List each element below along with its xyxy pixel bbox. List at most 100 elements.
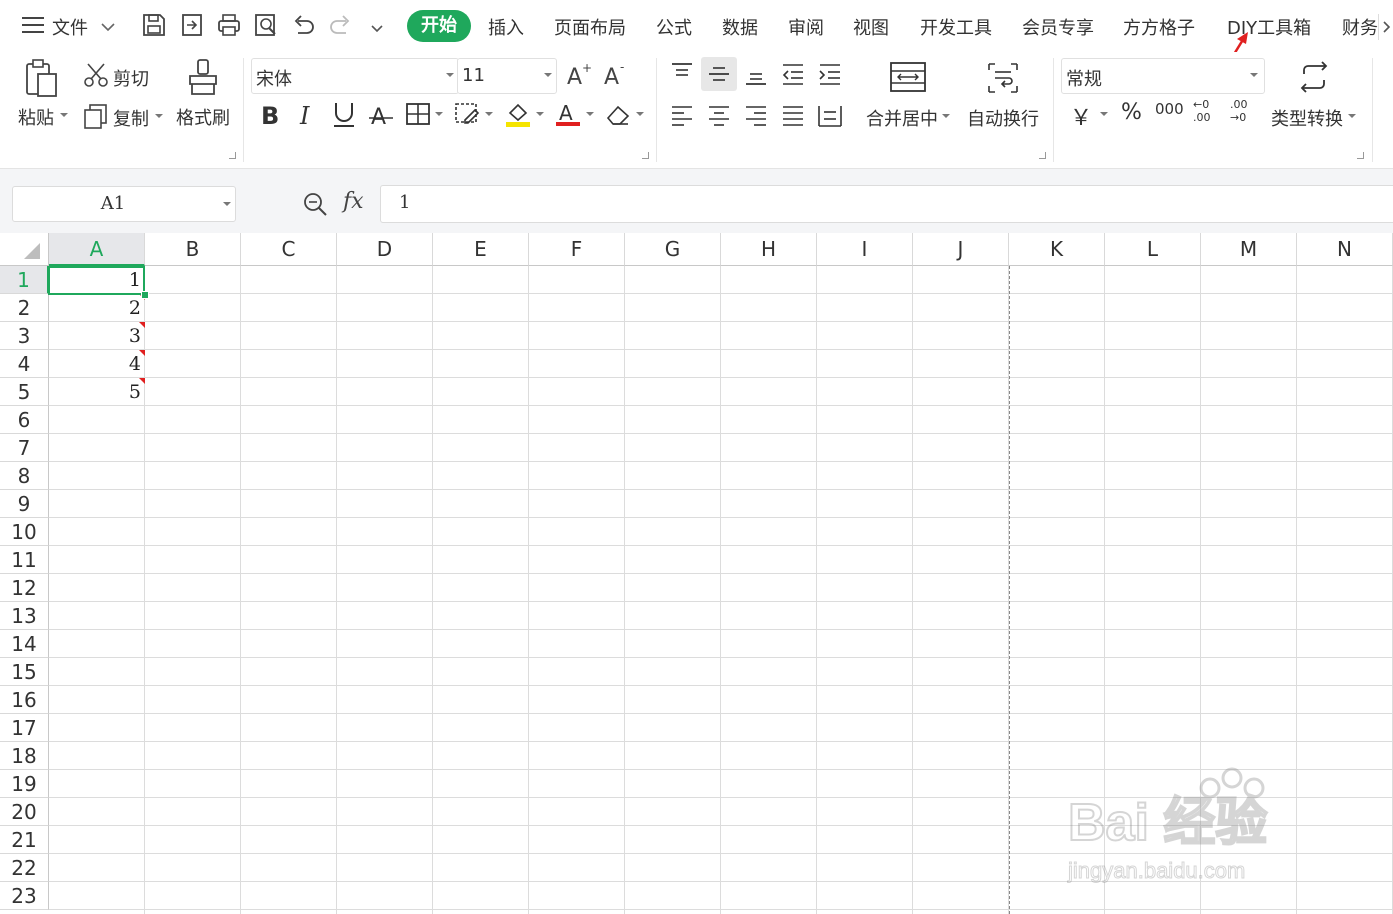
cut-button[interactable]: 剪切	[113, 65, 149, 91]
type-convert-button[interactable]: 类型转换	[1271, 105, 1343, 131]
redo-icon[interactable]	[328, 12, 354, 38]
increase-indent-icon[interactable]	[816, 60, 844, 88]
merge-center-icon[interactable]	[889, 60, 927, 96]
row-header-6[interactable]: 6	[0, 406, 49, 434]
currency-button[interactable]: ￥	[1070, 100, 1092, 132]
column-header-e[interactable]: E	[433, 233, 529, 266]
error-indicator-icon[interactable]	[139, 350, 145, 356]
cell-a4[interactable]: 4	[49, 353, 141, 375]
row-header-21[interactable]: 21	[0, 826, 49, 854]
zoom-formula-icon[interactable]	[302, 191, 328, 217]
column-header-j[interactable]: J	[913, 233, 1009, 266]
column-header-f[interactable]: F	[529, 233, 625, 266]
alignment-dialog-launcher[interactable]	[1039, 152, 1046, 159]
cell-a2[interactable]: 2	[49, 297, 141, 319]
file-menu[interactable]: 文件	[52, 14, 88, 40]
tab-insert[interactable]: 插入	[488, 14, 524, 40]
tab-view[interactable]: 视图	[853, 14, 889, 40]
tab-start[interactable]: 开始	[407, 10, 471, 42]
error-indicator-icon[interactable]	[139, 322, 145, 328]
tab-review[interactable]: 审阅	[788, 14, 824, 40]
clear-format-dropdown-icon[interactable]	[636, 112, 644, 116]
row-header-9[interactable]: 9	[0, 490, 49, 518]
tab-fangfang[interactable]: 方方格子	[1123, 14, 1195, 40]
tab-developer[interactable]: 开发工具	[920, 14, 992, 40]
clipboard-dialog-launcher[interactable]	[229, 152, 236, 159]
column-header-m[interactable]: M	[1201, 233, 1297, 266]
row-header-11[interactable]: 11	[0, 546, 49, 574]
chevron-down-icon[interactable]	[100, 18, 116, 32]
row-header-17[interactable]: 17	[0, 714, 49, 742]
cell-a3[interactable]: 3	[49, 325, 141, 347]
font-color-icon[interactable]: A	[554, 100, 582, 128]
column-header-b[interactable]: B	[145, 233, 241, 266]
paste-button[interactable]: 粘贴	[18, 104, 54, 130]
column-header-d[interactable]: D	[337, 233, 433, 266]
row-header-10[interactable]: 10	[0, 518, 49, 546]
fill-color-dropdown-icon[interactable]	[536, 112, 544, 116]
column-header-l[interactable]: L	[1105, 233, 1201, 266]
format-painter-button[interactable]: 格式刷	[176, 104, 230, 130]
row-header-3[interactable]: 3	[0, 322, 49, 350]
row-header-12[interactable]: 12	[0, 574, 49, 602]
font-dialog-launcher[interactable]	[642, 152, 649, 159]
justify-icon[interactable]	[779, 102, 807, 130]
row-header-4[interactable]: 4	[0, 350, 49, 378]
copy-icon[interactable]	[82, 102, 110, 130]
tab-data[interactable]: 数据	[722, 14, 758, 40]
undo-icon[interactable]	[290, 12, 316, 38]
row-header-19[interactable]: 19	[0, 770, 49, 798]
increase-decimal-button[interactable]: ←0 .00	[1193, 98, 1223, 124]
row-header-8[interactable]: 8	[0, 462, 49, 490]
decrease-decimal-button[interactable]: .00 →0	[1230, 98, 1260, 124]
save-icon[interactable]	[141, 12, 167, 38]
select-all-corner[interactable]	[0, 233, 49, 266]
merge-center-button[interactable]: 合并居中	[866, 105, 938, 131]
column-header-c[interactable]: C	[241, 233, 337, 266]
scroll-right-icon[interactable]	[1378, 14, 1393, 40]
copy-button[interactable]: 复制	[113, 105, 149, 131]
row-header-14[interactable]: 14	[0, 630, 49, 658]
print-icon[interactable]	[216, 12, 242, 38]
align-top-icon[interactable]	[668, 60, 696, 88]
align-bottom-icon[interactable]	[742, 60, 770, 88]
fx-button[interactable]: fx	[343, 189, 364, 214]
copy-dropdown-icon[interactable]	[155, 114, 163, 118]
customize-toolbar-icon[interactable]	[370, 20, 384, 33]
font-size-select[interactable]: 11	[457, 58, 557, 94]
cell-style-dropdown-icon[interactable]	[485, 112, 493, 116]
increase-font-icon[interactable]: A +	[565, 60, 593, 90]
scissors-icon[interactable]	[82, 61, 110, 89]
hamburger-icon[interactable]	[22, 16, 44, 34]
row-header-23[interactable]: 23	[0, 882, 49, 910]
distribute-icon[interactable]	[816, 102, 844, 130]
align-right-icon[interactable]	[742, 102, 770, 130]
formula-input[interactable]: 1	[380, 185, 1393, 223]
paste-dropdown-icon[interactable]	[60, 113, 68, 117]
currency-dropdown-icon[interactable]	[1100, 112, 1108, 116]
borders-icon[interactable]	[404, 100, 432, 128]
column-header-i[interactable]: I	[817, 233, 913, 266]
row-header-15[interactable]: 15	[0, 658, 49, 686]
column-header-a[interactable]: A	[49, 233, 145, 266]
italic-icon[interactable]: I	[294, 100, 322, 130]
align-center-icon[interactable]	[705, 102, 733, 130]
cell-a5[interactable]: 5	[49, 381, 141, 403]
clear-format-icon[interactable]	[604, 100, 632, 128]
decrease-font-icon[interactable]: A-	[602, 60, 630, 90]
underline-icon[interactable]	[330, 100, 358, 128]
row-header-18[interactable]: 18	[0, 742, 49, 770]
strikethrough-icon[interactable]: A	[367, 100, 395, 130]
type-convert-icon[interactable]	[1296, 60, 1332, 96]
tab-page-layout[interactable]: 页面布局	[554, 14, 626, 40]
row-header-5[interactable]: 5	[0, 378, 49, 406]
export-pdf-icon[interactable]	[179, 12, 205, 38]
percent-button[interactable]: %	[1121, 100, 1142, 125]
fill-color-icon[interactable]	[504, 100, 532, 128]
column-header-h[interactable]: H	[721, 233, 817, 266]
column-header-g[interactable]: G	[625, 233, 721, 266]
row-header-7[interactable]: 7	[0, 434, 49, 462]
row-header-20[interactable]: 20	[0, 798, 49, 826]
row-header-1[interactable]: 1	[0, 266, 49, 294]
number-dialog-launcher[interactable]	[1357, 152, 1364, 159]
